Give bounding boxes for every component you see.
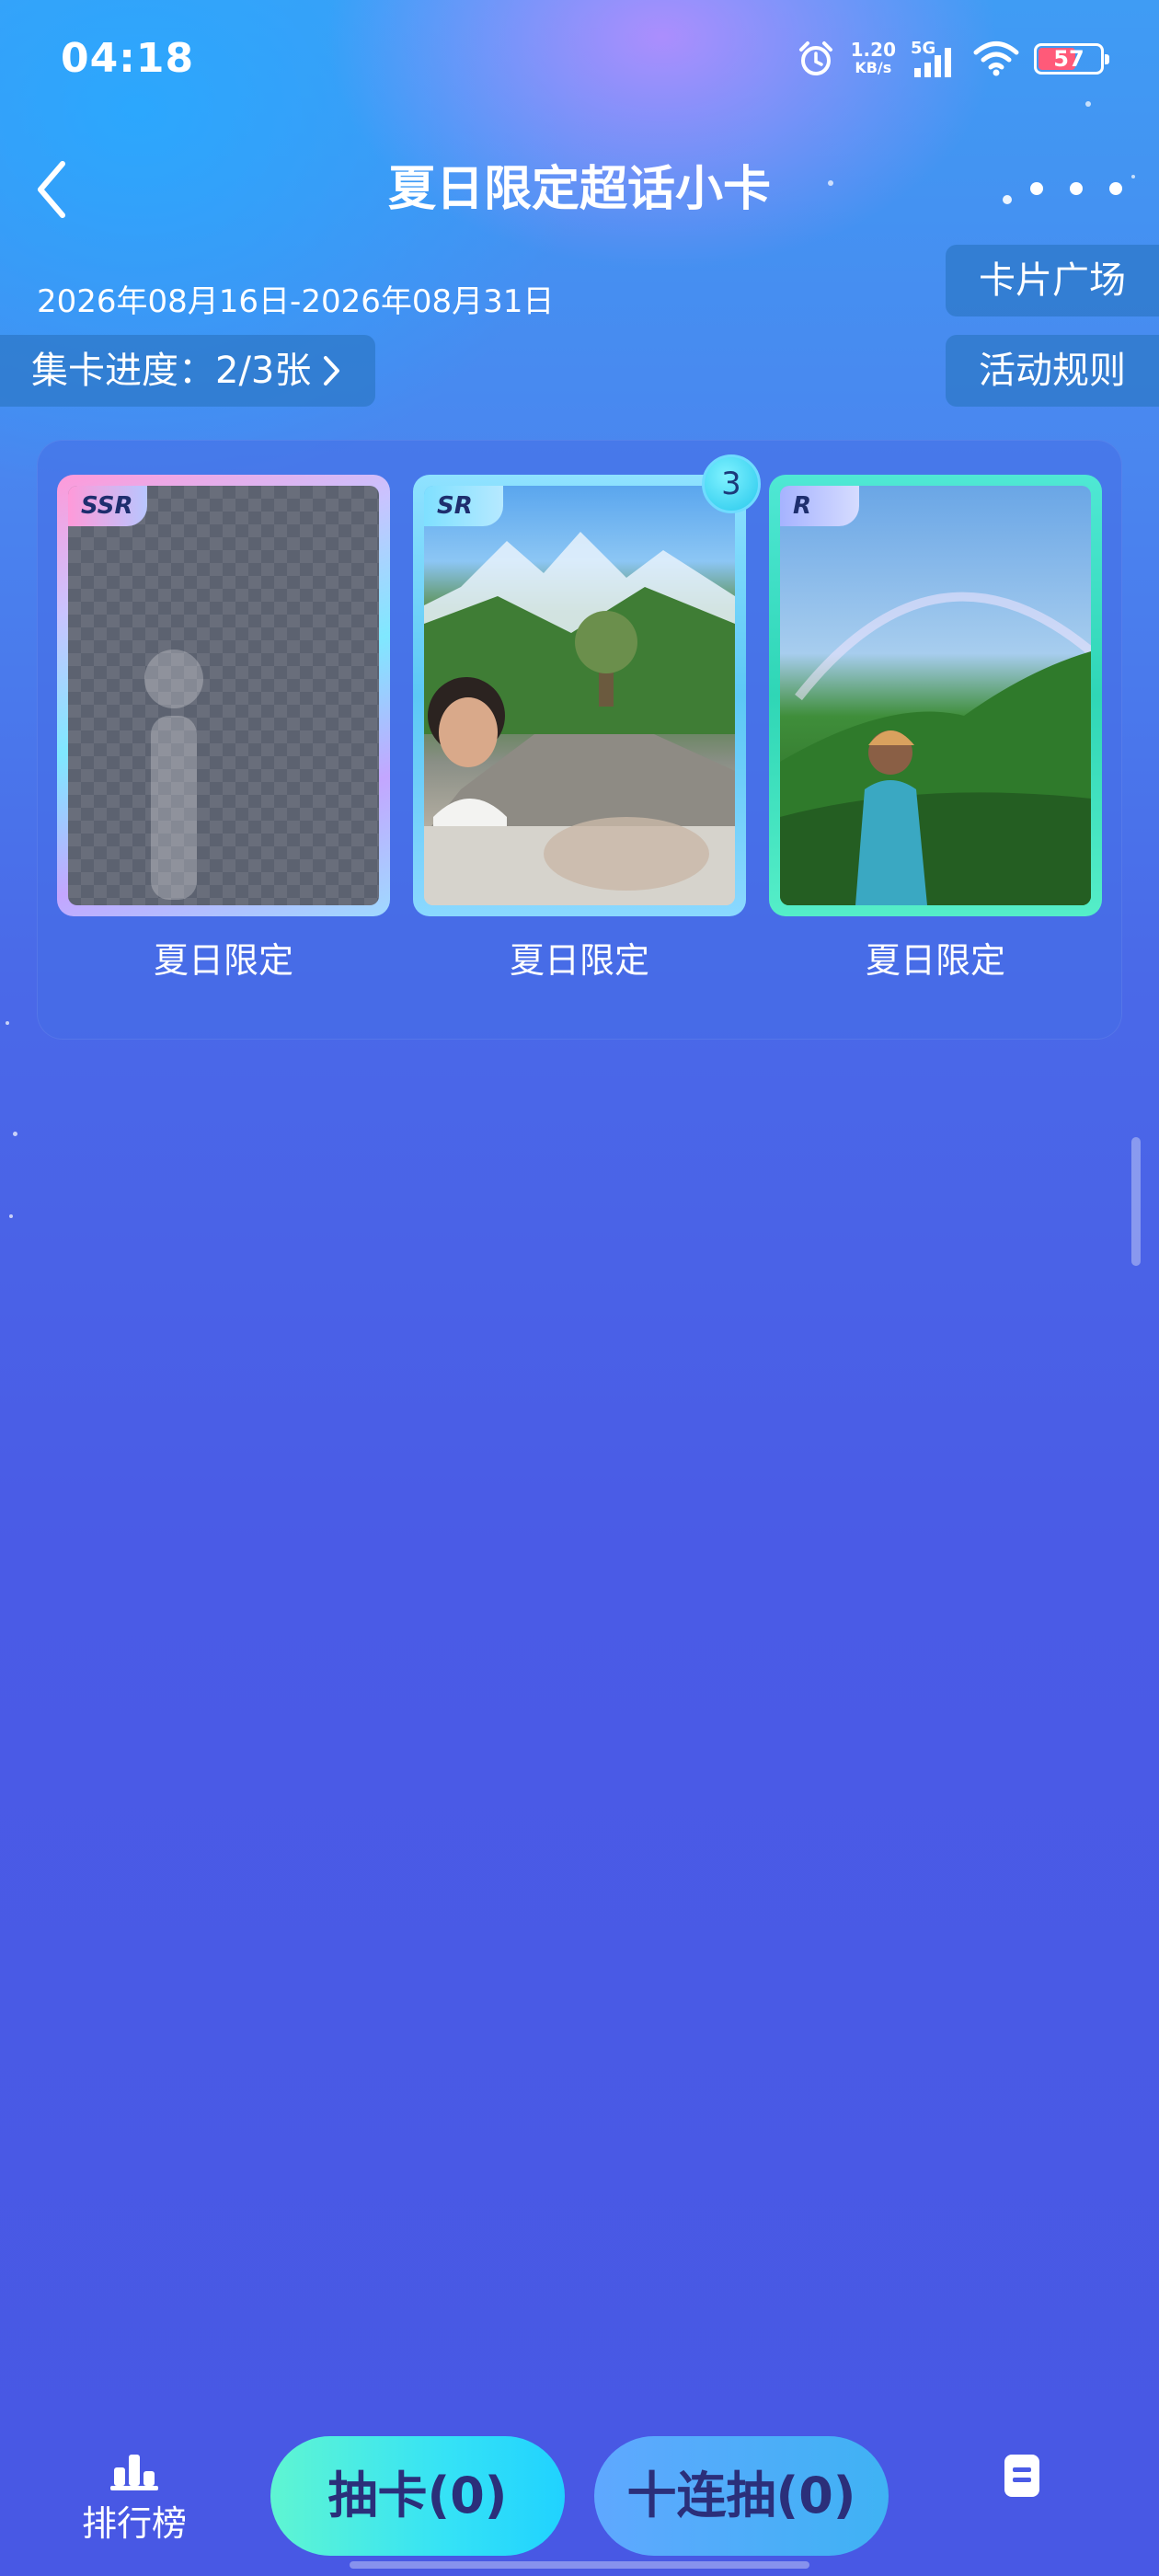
rules-button[interactable]: 活动规则: [946, 335, 1159, 407]
card-photo: [424, 532, 735, 905]
card-item[interactable]: SSR 夏日限定: [57, 475, 390, 984]
network-speed-unit: KB/s: [855, 59, 892, 76]
leaderboard-label: 排行榜: [81, 2503, 187, 2544]
collection-progress-button[interactable]: 集卡进度：2/3张: [0, 335, 376, 407]
sparkle: [13, 1132, 17, 1136]
card-silhouette: [144, 650, 203, 900]
card-count-badge: 3: [702, 454, 761, 513]
status-icons: 1.20 KB/s 5G 57: [796, 33, 1109, 85]
sparkle: [9, 1214, 13, 1218]
page-title: 夏日限定超话小卡: [387, 162, 771, 217]
leaderboard-icon: [110, 2455, 158, 2490]
card-plaza-button[interactable]: 卡片广场: [946, 245, 1159, 316]
card-frame: R: [769, 475, 1102, 916]
network-speed-value: 1.20: [850, 39, 896, 61]
signal-icon: 5G: [911, 39, 958, 79]
ten-draw-button[interactable]: 十连抽(0): [594, 2436, 889, 2556]
more-icon-dot: [1109, 182, 1122, 195]
card-image: [424, 486, 735, 905]
card-frame: SSR: [57, 475, 390, 916]
chevron-right-icon: [324, 356, 340, 385]
card-item[interactable]: R 夏日限定: [769, 475, 1102, 984]
status-time: 04:18: [61, 35, 195, 82]
battery-icon: 57: [1034, 43, 1109, 75]
battery-level: 57: [1053, 46, 1084, 72]
draw-record-button[interactable]: [1003, 2453, 1041, 2499]
rarity-tag: SSR: [68, 486, 147, 526]
sparkle: [1085, 101, 1091, 107]
card-name: 夏日限定: [865, 940, 1005, 981]
more-icon-dot: [1070, 182, 1083, 195]
scrollbar[interactable]: [1131, 1137, 1141, 1266]
more-icon-dot: [1030, 182, 1043, 195]
card-collection-panel: SSR 夏日限定 SR 3 夏日限定 R 夏日限定: [37, 440, 1122, 1040]
card-image: [780, 486, 1091, 905]
sparkle: [6, 1021, 9, 1025]
network-speed: 1.20 KB/s: [851, 40, 896, 77]
card-item[interactable]: SR 3 夏日限定: [413, 454, 761, 984]
home-indicator: [350, 2561, 809, 2569]
document-icon: [1004, 2455, 1039, 2497]
leaderboard-button[interactable]: 排行榜: [79, 2451, 189, 2547]
more-button[interactable]: [1030, 166, 1122, 212]
alarm-icon: [798, 41, 832, 75]
card-image-locked: [68, 486, 379, 905]
wifi-icon: [973, 41, 1019, 76]
card-name: 夏日限定: [509, 940, 649, 981]
draw-card-button[interactable]: 抽卡(0): [270, 2436, 565, 2556]
event-date-range: 2026年08月16日-2026年08月31日: [37, 283, 555, 320]
card-frame: SR 3: [413, 454, 761, 916]
card-photo: [780, 592, 1091, 905]
rarity-tag: SR: [424, 486, 503, 526]
card-name: 夏日限定: [153, 940, 293, 981]
collection-progress-label: 集卡进度：2/3张: [31, 350, 312, 392]
bottom-action-bar: 排行榜 抽卡(0) 十连抽(0): [0, 2410, 1159, 2576]
rarity-tag: R: [780, 486, 859, 526]
